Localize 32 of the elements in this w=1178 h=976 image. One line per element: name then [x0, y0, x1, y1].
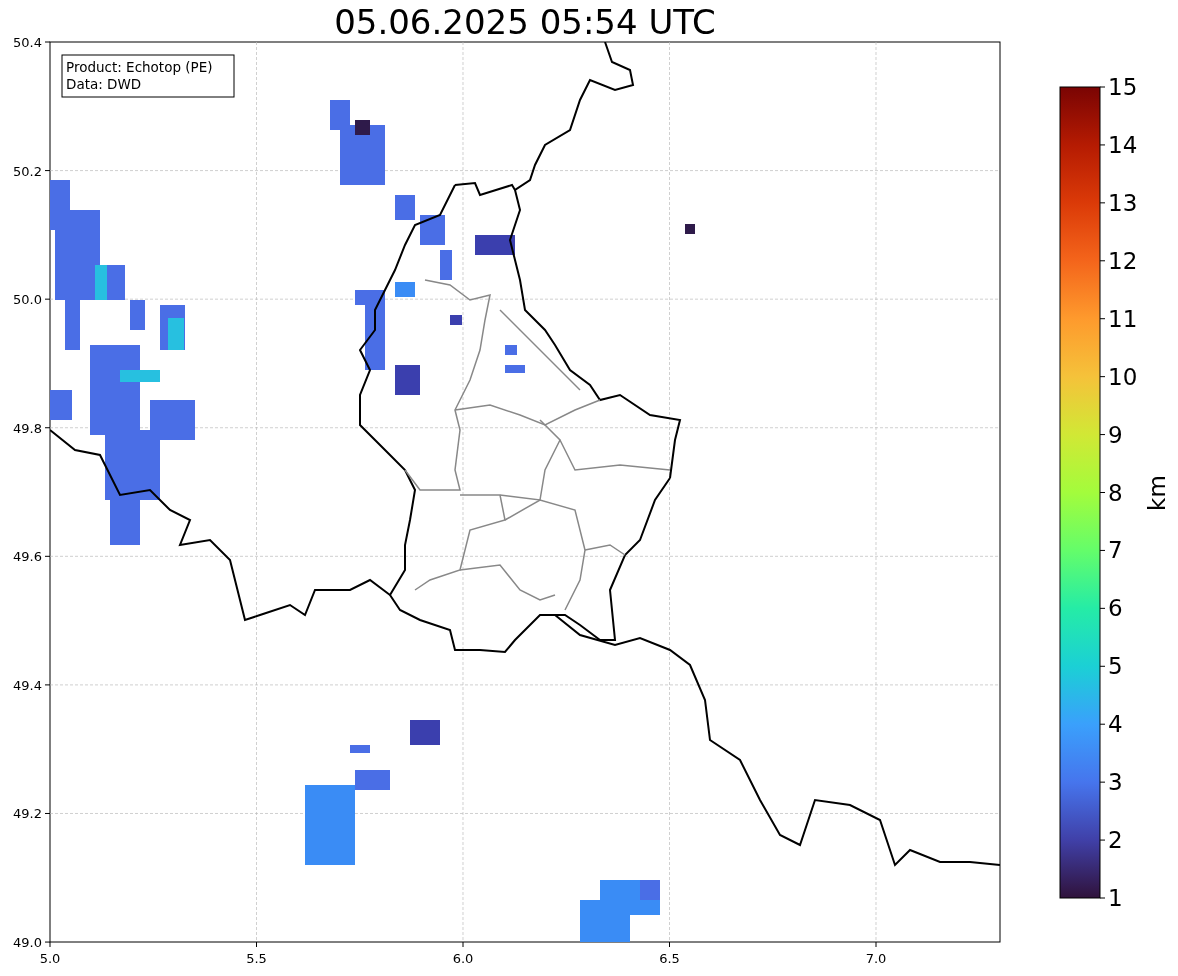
colorbar-tick-label: 14: [1108, 131, 1138, 158]
colorbar-tick-label: 1: [1108, 885, 1123, 911]
colorbar-tick-label: 9: [1108, 421, 1123, 448]
longitude-tick-label: 5.5: [246, 951, 267, 966]
latitude-tick-label: 50.0: [13, 292, 42, 308]
colorbar-tick-label: 4: [1108, 711, 1123, 738]
colorbar-tick-label: 13: [1108, 189, 1138, 216]
info-text: Product: Echotop (PE): [66, 59, 213, 75]
colorbar-tick-label: 2: [1108, 827, 1123, 854]
latitude-tick-label: 50.4: [13, 35, 42, 50]
longitude-tick-label: 7.0: [865, 951, 887, 966]
latitude-tick-label: 49.2: [13, 806, 42, 822]
colorbar-tick-label: 8: [1108, 479, 1123, 506]
colorbar-tick-label: 5: [1108, 653, 1123, 680]
colorbar-tick-label: 6: [1108, 595, 1123, 622]
latitude-tick-label: 50.2: [13, 163, 42, 179]
colorbar-tick-label: 12: [1108, 247, 1138, 274]
latitude-tick-label: 49.4: [13, 677, 42, 693]
colorbar-tick-label: 11: [1108, 305, 1138, 332]
colorbar-tick-label: 7: [1108, 537, 1123, 564]
chart-title: 05.06.2025 05:54 UTC: [334, 2, 716, 42]
colorbar-tick-label: 3: [1108, 769, 1123, 796]
longitude-tick-label: 6.0: [452, 951, 474, 966]
latitude-tick-label: 49.6: [13, 549, 42, 565]
longitude-tick-label: 6.5: [659, 951, 680, 966]
colorbar-tick-label: 15: [1108, 74, 1138, 100]
colorbar-label: km: [1144, 475, 1170, 511]
colorbar-tick-label: 10: [1108, 363, 1138, 390]
info-text: Data: DWD: [66, 76, 142, 92]
latitude-tick-label: 49.0: [13, 935, 42, 951]
longitude-tick-label: 5.0: [39, 951, 61, 966]
latitude-tick-label: 49.8: [13, 420, 42, 436]
